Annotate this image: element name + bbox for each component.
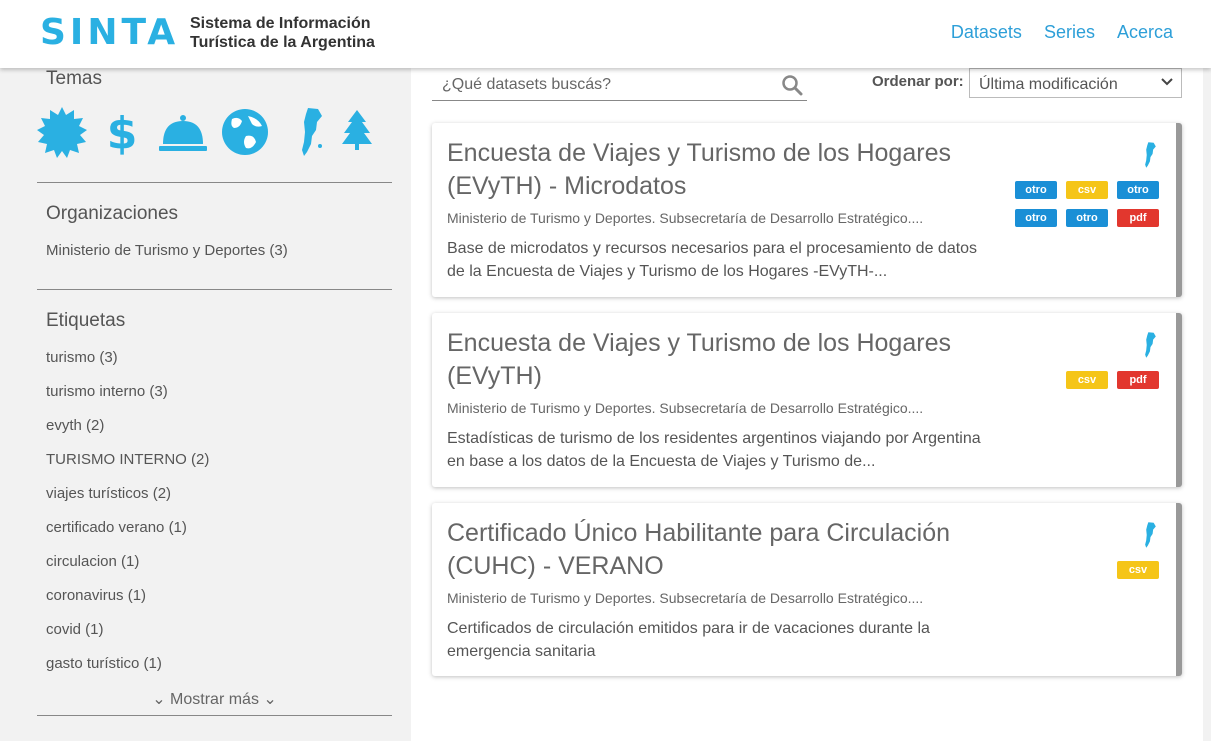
tag-item[interactable]: evyth (2): [46, 417, 104, 434]
tag-item[interactable]: turismo interno (3): [46, 383, 168, 400]
dataset-title[interactable]: Encuesta de Viajes y Turismo de los Hoga…: [447, 137, 1007, 203]
sun-icon[interactable]: [36, 106, 88, 158]
nav-datasets[interactable]: Datasets: [951, 22, 1022, 43]
format-badge: otro: [1015, 181, 1057, 199]
format-badge: csv: [1066, 181, 1108, 199]
tag-item[interactable]: turismo (3): [46, 349, 118, 366]
argentina-map-icon: [1145, 142, 1156, 168]
svg-text:$: $: [107, 108, 138, 158]
divider: [37, 715, 392, 716]
tags-title: Etiquetas: [46, 310, 126, 331]
search-bar[interactable]: ¿Qué datasets buscás?: [432, 68, 807, 101]
tree-icon[interactable]: [340, 106, 374, 158]
nav-acerca[interactable]: Acerca: [1117, 22, 1173, 43]
filters-sidebar: Temas $ Organizaciones Ministerio de Tur…: [18, 68, 411, 741]
divider: [37, 289, 392, 290]
dataset-description: Estadísticas de turismo de los residente…: [447, 430, 981, 470]
format-badge: otro: [1066, 209, 1108, 227]
divider: [37, 182, 392, 183]
chevron-down-icon: ⌄: [152, 691, 166, 708]
chevron-down-icon: [1161, 78, 1173, 86]
dataset-description: Certificados de circulación emitidos par…: [447, 620, 930, 660]
tag-item[interactable]: circulacion (1): [46, 553, 139, 570]
dataset-organization: Ministerio de Turismo y Deportes. Subsec…: [447, 590, 924, 606]
format-badge: otro: [1015, 209, 1057, 227]
dataset-title[interactable]: Encuesta de Viajes y Turismo de los Hoga…: [447, 327, 1007, 393]
service-bell-icon[interactable]: [158, 106, 208, 158]
show-more-button[interactable]: ⌄ Mostrar más ⌄: [18, 689, 411, 709]
sort-select[interactable]: Última modificación: [969, 68, 1182, 98]
format-badge: pdf: [1117, 371, 1159, 389]
logo[interactable]: SINTA: [40, 12, 179, 53]
logo-subtitle-line2: Turística de la Argentina: [190, 34, 375, 51]
page-margin: [1203, 68, 1211, 741]
search-icon[interactable]: [781, 74, 803, 96]
tag-item[interactable]: TURISMO INTERNO (2): [46, 451, 209, 468]
sort-label: Ordenar por:: [872, 73, 964, 90]
show-more-label: Mostrar más: [170, 691, 259, 708]
tag-item[interactable]: gasto turístico (1): [46, 655, 162, 672]
tag-item[interactable]: covid (1): [46, 621, 104, 638]
argentina-map-icon: [1145, 522, 1156, 548]
format-badge: pdf: [1117, 209, 1159, 227]
organizations-title: Organizaciones: [46, 203, 179, 224]
logo-subtitle: Sistema de Información Turística de la A…: [190, 14, 375, 52]
tag-item[interactable]: certificado verano (1): [46, 519, 187, 536]
tag-item[interactable]: coronavirus (1): [46, 587, 146, 604]
results-area: ¿Qué datasets buscás? Ordenar por: Últim…: [411, 68, 1203, 741]
chevron-down-icon: ⌄: [263, 691, 277, 708]
sort-selected-value: Última modificación: [979, 76, 1118, 93]
site-header: SINTA Sistema de Información Turística d…: [0, 0, 1211, 68]
theme-icons: $: [36, 106, 396, 158]
tag-item[interactable]: viajes turísticos (2): [46, 485, 171, 502]
globe-icon[interactable]: [220, 106, 270, 158]
search-input[interactable]: ¿Qué datasets buscás?: [442, 76, 611, 94]
nav-series[interactable]: Series: [1044, 22, 1095, 43]
argentina-map-icon[interactable]: [298, 106, 328, 158]
themes-title: Temas: [46, 68, 102, 89]
dataset-description: Base de microdatos y recursos necesarios…: [447, 240, 978, 280]
main-nav: Datasets Series Acerca: [951, 22, 1173, 43]
dataset-card[interactable]: Encuesta de Viajes y Turismo de los Hoga…: [432, 123, 1182, 297]
dataset-card[interactable]: Encuesta de Viajes y Turismo de los Hoga…: [432, 313, 1182, 487]
dataset-card[interactable]: Certificado Único Habilitante para Circu…: [432, 503, 1182, 676]
organization-item[interactable]: Ministerio de Turismo y Deportes (3): [46, 242, 288, 259]
dollar-icon[interactable]: $: [104, 106, 140, 158]
logo-subtitle-line1: Sistema de Información: [190, 15, 371, 32]
dataset-organization: Ministerio de Turismo y Deportes. Subsec…: [447, 400, 924, 416]
format-badge: csv: [1117, 561, 1159, 579]
dataset-organization: Ministerio de Turismo y Deportes. Subsec…: [447, 210, 924, 226]
format-badge: csv: [1066, 371, 1108, 389]
argentina-map-icon: [1145, 332, 1156, 358]
format-badge: otro: [1117, 181, 1159, 199]
dataset-title[interactable]: Certificado Único Habilitante para Circu…: [447, 517, 1007, 583]
